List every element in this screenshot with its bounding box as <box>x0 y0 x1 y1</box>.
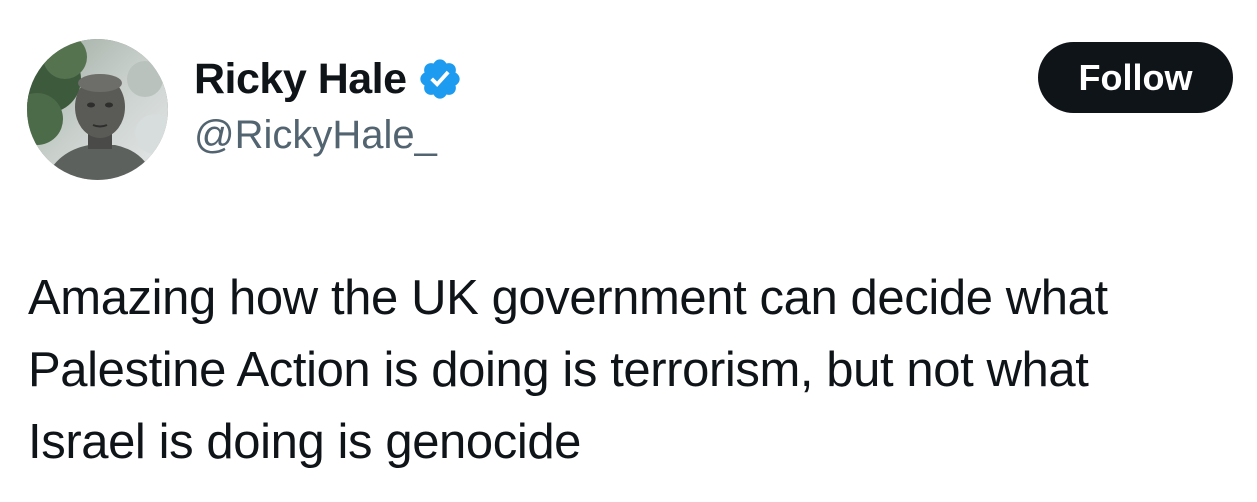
follow-button[interactable]: Follow <box>1038 42 1233 113</box>
avatar[interactable] <box>27 39 168 180</box>
verified-badge-icon <box>417 56 463 102</box>
tweet-text: Amazing how the UK government can decide… <box>28 262 1243 478</box>
tweet-card: Ricky Hale @RickyHale_ Follow Amazing ho… <box>0 0 1257 502</box>
author-handle[interactable]: @RickyHale_ <box>194 113 463 158</box>
tweet-text-line: Palestine Action is doing is terrorism, … <box>28 343 1089 397</box>
author-name-row: Ricky Hale <box>194 50 463 108</box>
author-display-name[interactable]: Ricky Hale <box>194 55 407 104</box>
avatar-image <box>27 39 168 180</box>
tweet-text-line: Amazing how the UK government can decide… <box>28 271 1108 325</box>
tweet-text-line: Israel is doing is genocide <box>28 415 582 469</box>
author-block: Ricky Hale @RickyHale_ <box>194 50 463 158</box>
